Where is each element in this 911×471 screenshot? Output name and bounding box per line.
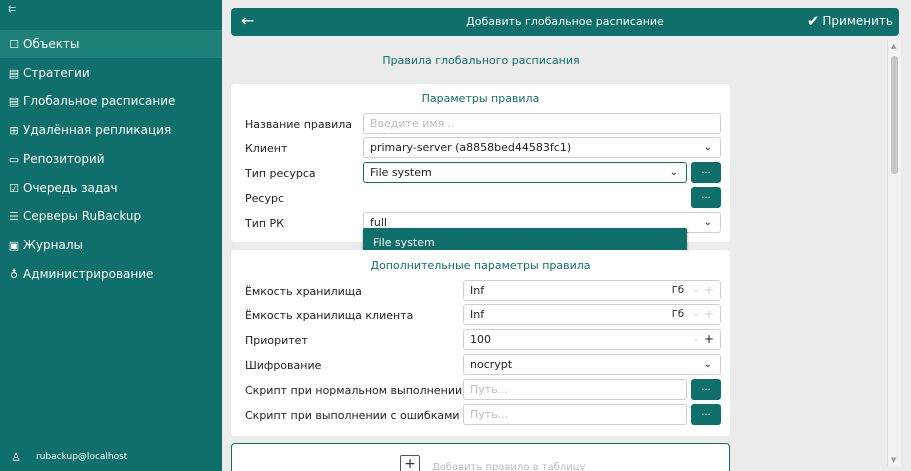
rule-params-title: Параметры правила: [421, 92, 540, 105]
calendar-icon: ▤: [8, 94, 20, 108]
resource-type-browse-button[interactable]: ...: [691, 162, 721, 183]
add-rule-button[interactable]: + Добавить правило в таблицу: [231, 443, 730, 471]
sidebar-item-label: Удалённая репликация: [23, 123, 172, 137]
sidebar-item-repository[interactable]: ▭ Репозиторий: [0, 145, 222, 173]
priority-stepper[interactable]: 100 - +: [463, 329, 721, 350]
resource-type-select[interactable]: File system ⌄: [363, 162, 687, 183]
client-storage-capacity-stepper[interactable]: Inf Гб - +: [463, 304, 721, 325]
script-err-label: Скрипт при выполнении с ошибками: [245, 409, 460, 422]
sidebar-item-objects[interactable]: ☐ Объекты: [0, 30, 222, 58]
rule-name-input[interactable]: Введите имя ..: [363, 113, 721, 134]
document-icon: ▤: [8, 66, 20, 80]
encryption-label: Шифрование: [245, 359, 322, 372]
resource-type-label: Тип ресурса: [245, 167, 316, 180]
user-icon: ♙: [11, 450, 21, 464]
sidebar-item-label: Репозиторий: [23, 152, 105, 166]
resource-type-value: File system: [370, 166, 432, 179]
extra-params-card: Дополнительные параметры правила Ёмкость…: [231, 250, 730, 436]
priority-value: 100: [470, 333, 491, 346]
encryption-select[interactable]: nocrypt ⌄: [463, 354, 721, 375]
script-err-browse-button[interactable]: ...: [691, 404, 721, 425]
rule-name-label: Название правила: [245, 118, 353, 131]
extra-params-title: Дополнительные параметры правила: [370, 259, 591, 272]
storage-unit: Гб: [671, 285, 684, 296]
square-icon: ☐: [9, 37, 19, 51]
sidebar-item-global-schedule[interactable]: ▤ Глобальное расписание: [0, 87, 222, 115]
sidebar-item-rubackup-servers[interactable]: ☰ Серверы RuBackup: [0, 202, 222, 230]
apply-button[interactable]: ✔ Применить: [806, 11, 893, 30]
script-err-input[interactable]: Путь...: [463, 404, 687, 425]
backup-type-label: Тип РК: [245, 217, 284, 230]
sidebar-item-remote-replication[interactable]: ⊞ Удалённая репликация: [0, 116, 222, 144]
user-label: rubackup@localhost: [36, 452, 128, 462]
resource-browse-button[interactable]: ...: [691, 187, 721, 208]
server-icon: ☰: [9, 209, 19, 223]
sidebar-item-task-queue[interactable]: ☑ Очередь задач: [0, 174, 222, 202]
chevron-down-icon: ⌄: [703, 142, 712, 153]
priority-label: Приоритет: [245, 334, 308, 347]
client-value: primary-server (a8858bed44583fc1): [370, 141, 572, 154]
sidebar-item-administration[interactable]: ♁ Администрирование: [0, 260, 222, 288]
sidebar-item-label: Серверы RuBackup: [23, 209, 142, 223]
storage-capacity-value: Inf: [470, 284, 485, 297]
sidebar-item-label: Глобальное расписание: [23, 94, 176, 108]
script-ok-label: Скрипт при нормальном выполнении: [245, 384, 463, 397]
main-content: Правила глобального расписания Параметры…: [231, 40, 887, 471]
page-title: Добавить глобальное расписание: [466, 15, 664, 28]
decrement-icon[interactable]: -: [694, 284, 698, 297]
log-icon: ▣: [8, 238, 20, 252]
script-ok-browse-button[interactable]: ...: [691, 379, 721, 400]
sidebar-item-label: Очередь задач: [23, 181, 118, 195]
sidebar-item-label: Стратегии: [23, 66, 90, 80]
storage-icon: ▭: [8, 152, 20, 166]
chevron-down-icon: ⌄: [703, 359, 712, 370]
apply-label: Применить: [822, 14, 893, 28]
scroll-down-icon[interactable]: ▼: [891, 456, 896, 464]
header-bar: ← Добавить глобальное расписание ✔ Приме…: [231, 8, 899, 36]
replication-icon: ⊞: [9, 123, 19, 137]
sidebar-item-logs[interactable]: ▣ Журналы: [0, 231, 222, 259]
client-select[interactable]: primary-server (a8858bed44583fc1) ⌄: [363, 137, 721, 158]
vertical-scrollbar[interactable]: ▲ ▼: [887, 40, 901, 466]
rule-params-card: Параметры правила Название правила Введи…: [231, 84, 730, 256]
checkmark-icon: ✔: [806, 11, 820, 30]
add-rule-label: Добавить правило в таблицу: [432, 462, 586, 471]
decrement-icon[interactable]: -: [694, 333, 698, 346]
admin-icon: ♁: [9, 267, 19, 281]
collapse-sidebar-icon[interactable]: ⇇: [8, 4, 16, 15]
chevron-down-icon: ⌄: [703, 217, 712, 228]
increment-icon[interactable]: +: [704, 283, 714, 297]
sidebar: ⇇ ☐ Объекты ▤ Стратегии ▤ Глобальное рас…: [0, 0, 222, 471]
sidebar-item-label: Администрирование: [23, 267, 154, 281]
client-storage-capacity-value: Inf: [470, 308, 485, 321]
decrement-icon[interactable]: -: [694, 308, 698, 321]
storage-capacity-stepper[interactable]: Inf Гб - +: [463, 280, 721, 301]
increment-icon[interactable]: +: [704, 332, 714, 346]
increment-icon[interactable]: +: [704, 307, 714, 321]
client-label: Клиент: [245, 142, 288, 155]
checklist-icon: ☑: [9, 181, 19, 195]
section-title: Правила глобального расписания: [382, 54, 580, 67]
resource-label: Ресурс: [245, 192, 284, 205]
current-user[interactable]: ♙ rubackup@localhost: [0, 443, 222, 471]
encryption-value: nocrypt: [470, 358, 513, 371]
sidebar-item-strategies[interactable]: ▤ Стратегии: [0, 59, 222, 87]
plus-icon: +: [400, 455, 420, 471]
sidebar-item-label: Журналы: [23, 238, 83, 252]
script-ok-input[interactable]: Путь...: [463, 379, 687, 400]
client-storage-capacity-label: Ёмкость хранилища клиента: [245, 309, 414, 322]
sidebar-item-label: Объекты: [23, 37, 80, 51]
scroll-up-icon[interactable]: ▲: [891, 42, 896, 50]
client-storage-unit: Гб: [671, 309, 684, 320]
storage-capacity-label: Ёмкость хранилища: [245, 285, 362, 298]
scrollbar-thumb[interactable]: [891, 56, 898, 174]
chevron-down-icon: ⌄: [669, 167, 678, 178]
